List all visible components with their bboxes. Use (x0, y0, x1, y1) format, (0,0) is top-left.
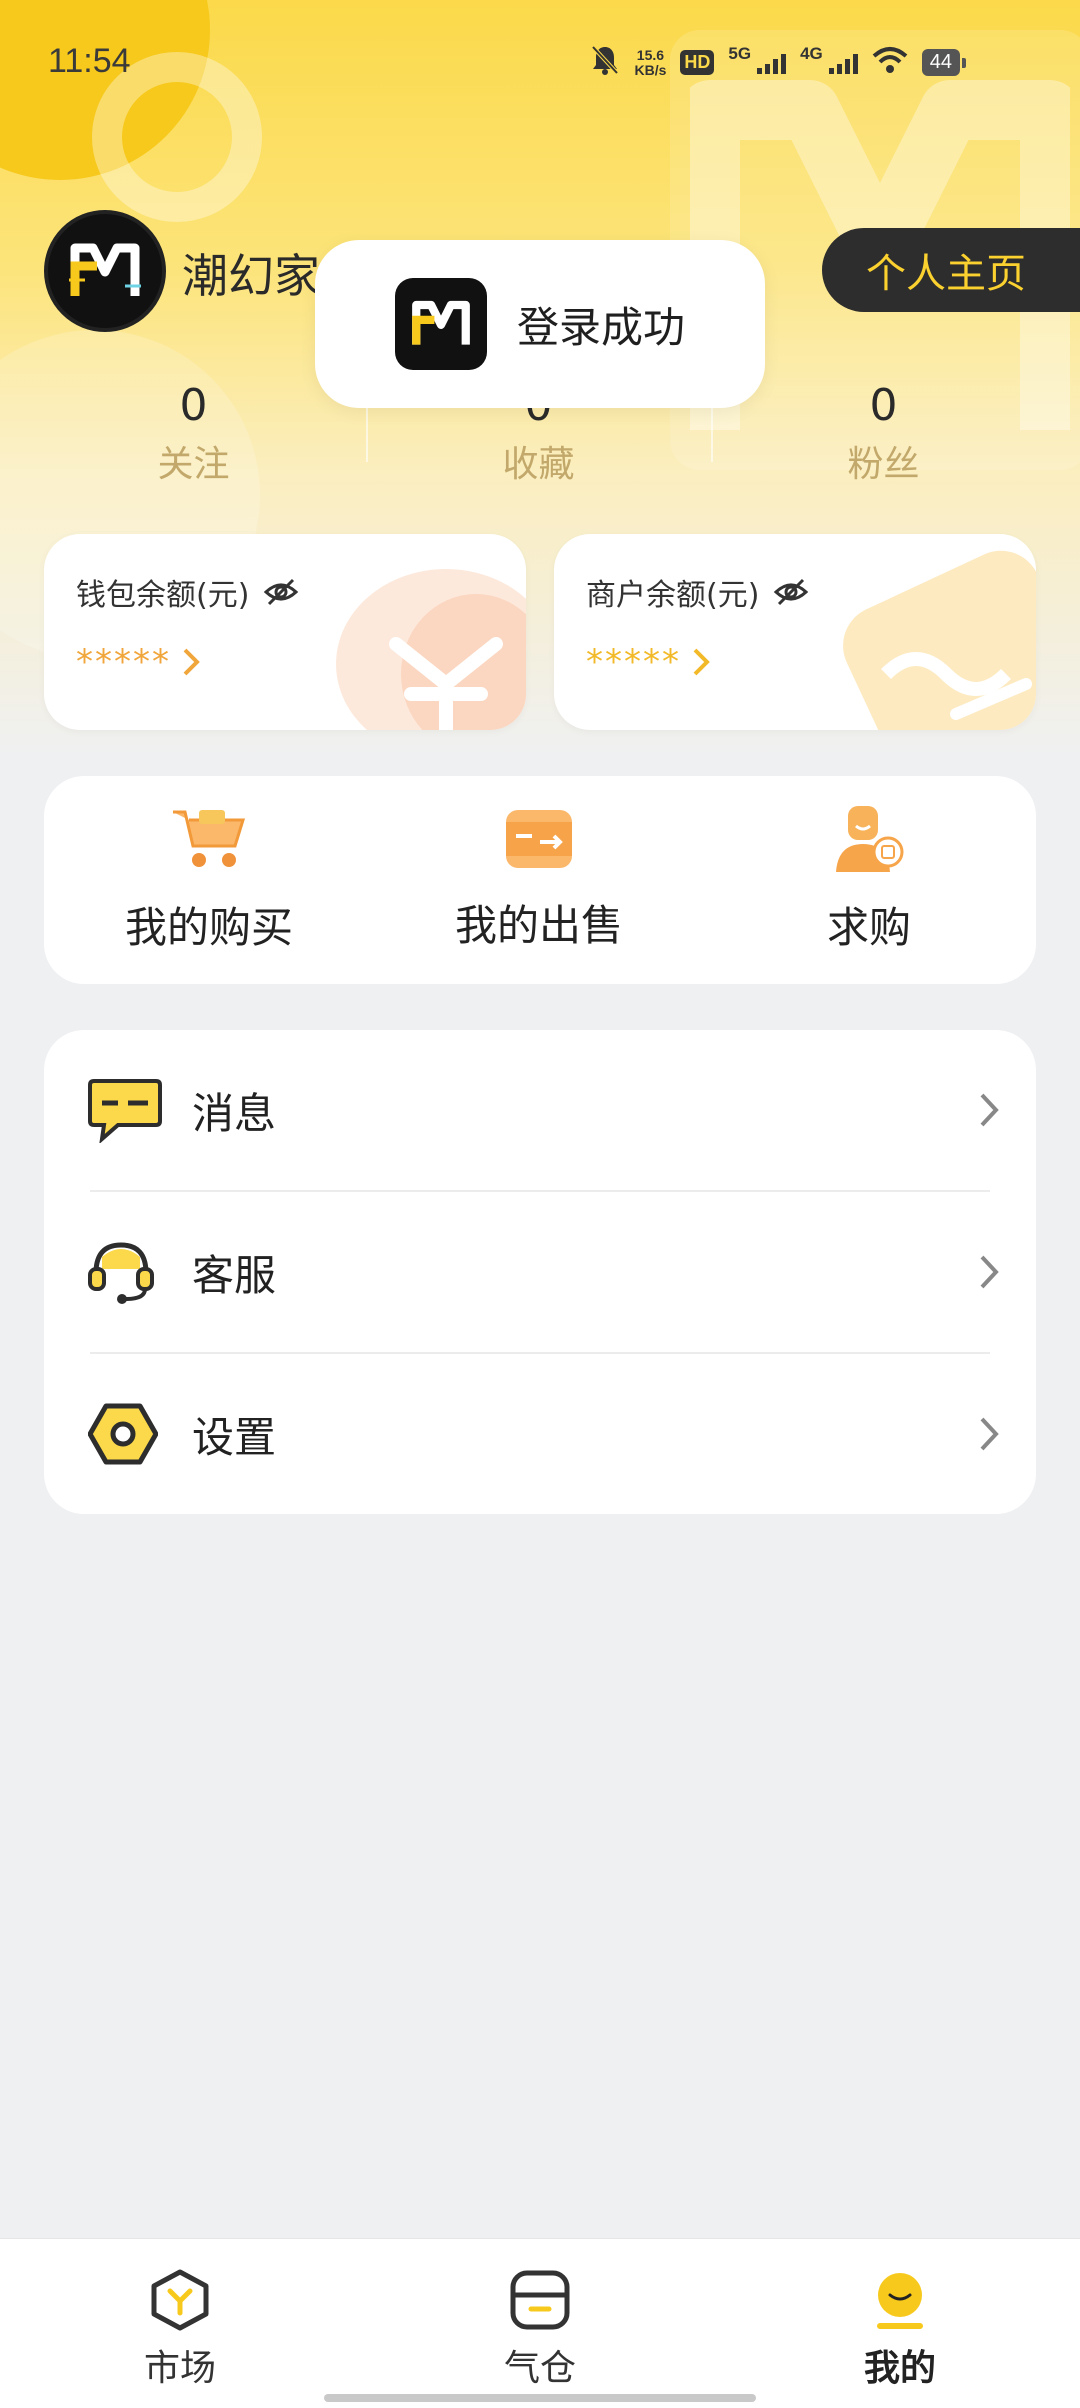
quick-actions-panel: 我的购买 我的出售 求购 (44, 776, 1036, 984)
login-success-toast: 登录成功 (315, 240, 765, 408)
buyer-person-icon (836, 806, 904, 872)
avatar[interactable] (44, 210, 166, 332)
my-purchases-button[interactable]: 我的购买 (44, 776, 374, 984)
eye-hidden-icon[interactable] (773, 578, 809, 606)
menu-item-customer-service[interactable]: 客服 (44, 1192, 1036, 1352)
wallet-card-icon (843, 550, 1036, 730)
merchant-balance-value: ***** (586, 642, 711, 682)
status-bar: 11:54 15.6 KB/s HD 5G 4G 44 (0, 0, 1080, 130)
message-icon (88, 1079, 162, 1143)
network-type-label: 5G (728, 44, 752, 63)
tab-label: 我的 (863, 2348, 936, 2389)
settings-hex-icon (88, 1403, 158, 1465)
tab-mine[interactable]: 我的 (720, 2239, 1080, 2408)
tab-label: 气仓 (503, 2348, 576, 2389)
quick-action-label: 我的购买 (124, 903, 293, 952)
smile-profile-icon (877, 2273, 923, 2329)
battery-indicator: 44 (921, 49, 967, 76)
menu-list: 消息 客服 设置 (44, 1030, 1036, 1514)
menu-item-messages[interactable]: 消息 (44, 1030, 1036, 1190)
wallet-balance-card[interactable]: 钱包余额(元) ***** (44, 534, 526, 730)
coin-bag-icon (336, 569, 526, 730)
home-indicator[interactable] (324, 2394, 756, 2402)
stat-value: 0 (179, 380, 208, 431)
toast-message: 登录成功 (517, 302, 686, 352)
status-icons: 15.6 KB/s HD 5G 4G 44 (590, 44, 967, 81)
divider (366, 402, 368, 462)
status-time: 11:54 (48, 42, 131, 80)
menu-item-label: 消息 (192, 1088, 277, 1138)
hd-badge: HD (680, 50, 715, 75)
chevron-right-icon (183, 648, 200, 676)
menu-item-label: 设置 (192, 1412, 277, 1462)
wifi-icon (872, 46, 908, 79)
chevron-right-icon (980, 1255, 999, 1289)
tab-warehouse[interactable]: 气仓 (360, 2239, 720, 2408)
stat-label: 粉丝 (847, 444, 920, 485)
chevron-right-icon (693, 648, 710, 676)
tab-market[interactable]: 市场 (0, 2239, 360, 2408)
app-logo-icon (69, 243, 141, 296)
tab-label: 市场 (143, 2348, 216, 2389)
stat-fans[interactable]: 0 粉丝 (711, 380, 1056, 490)
homepage-button[interactable]: 个人主页 (822, 228, 1080, 312)
signal-bars-icon (828, 52, 858, 74)
stat-following[interactable]: 0 关注 (21, 380, 366, 490)
cart-icon (173, 810, 246, 867)
quick-action-label: 求购 (826, 903, 911, 952)
network-type-label: 4G (800, 44, 823, 63)
eye-hidden-icon[interactable] (263, 578, 299, 606)
card-transfer-icon (506, 810, 572, 868)
merchant-balance-title: 商户余额(元) (586, 570, 809, 614)
divider (711, 402, 713, 462)
stat-label: 关注 (157, 444, 230, 485)
quick-action-label: 我的出售 (454, 901, 623, 950)
my-sales-button[interactable]: 我的出售 (374, 776, 704, 984)
wallet-balance-value: ***** (76, 642, 201, 682)
mute-bell-icon (590, 44, 620, 81)
stat-label: 收藏 (502, 444, 575, 485)
merchant-balance-card[interactable]: 商户余额(元) ***** (554, 534, 1036, 730)
want-to-buy-button[interactable]: 求购 (704, 776, 1034, 984)
wallet-balance-title: 钱包余额(元) (76, 570, 299, 614)
chevron-right-icon (980, 1093, 999, 1127)
app-logo-icon (395, 278, 487, 370)
stat-value: 0 (869, 380, 898, 431)
username: 潮幻家 (182, 249, 320, 303)
bottom-tab-bar: 市场 气仓 我的 (0, 2238, 1080, 2408)
net-speed: 15.6 KB/s (634, 46, 667, 78)
menu-item-settings[interactable]: 设置 (44, 1354, 1036, 1514)
signal-bars-icon (757, 52, 787, 74)
headset-icon (88, 1242, 154, 1304)
chevron-right-icon (980, 1417, 999, 1451)
warehouse-icon (510, 2270, 570, 2330)
market-hexagon-icon (151, 2269, 209, 2331)
menu-item-label: 客服 (192, 1250, 277, 1300)
